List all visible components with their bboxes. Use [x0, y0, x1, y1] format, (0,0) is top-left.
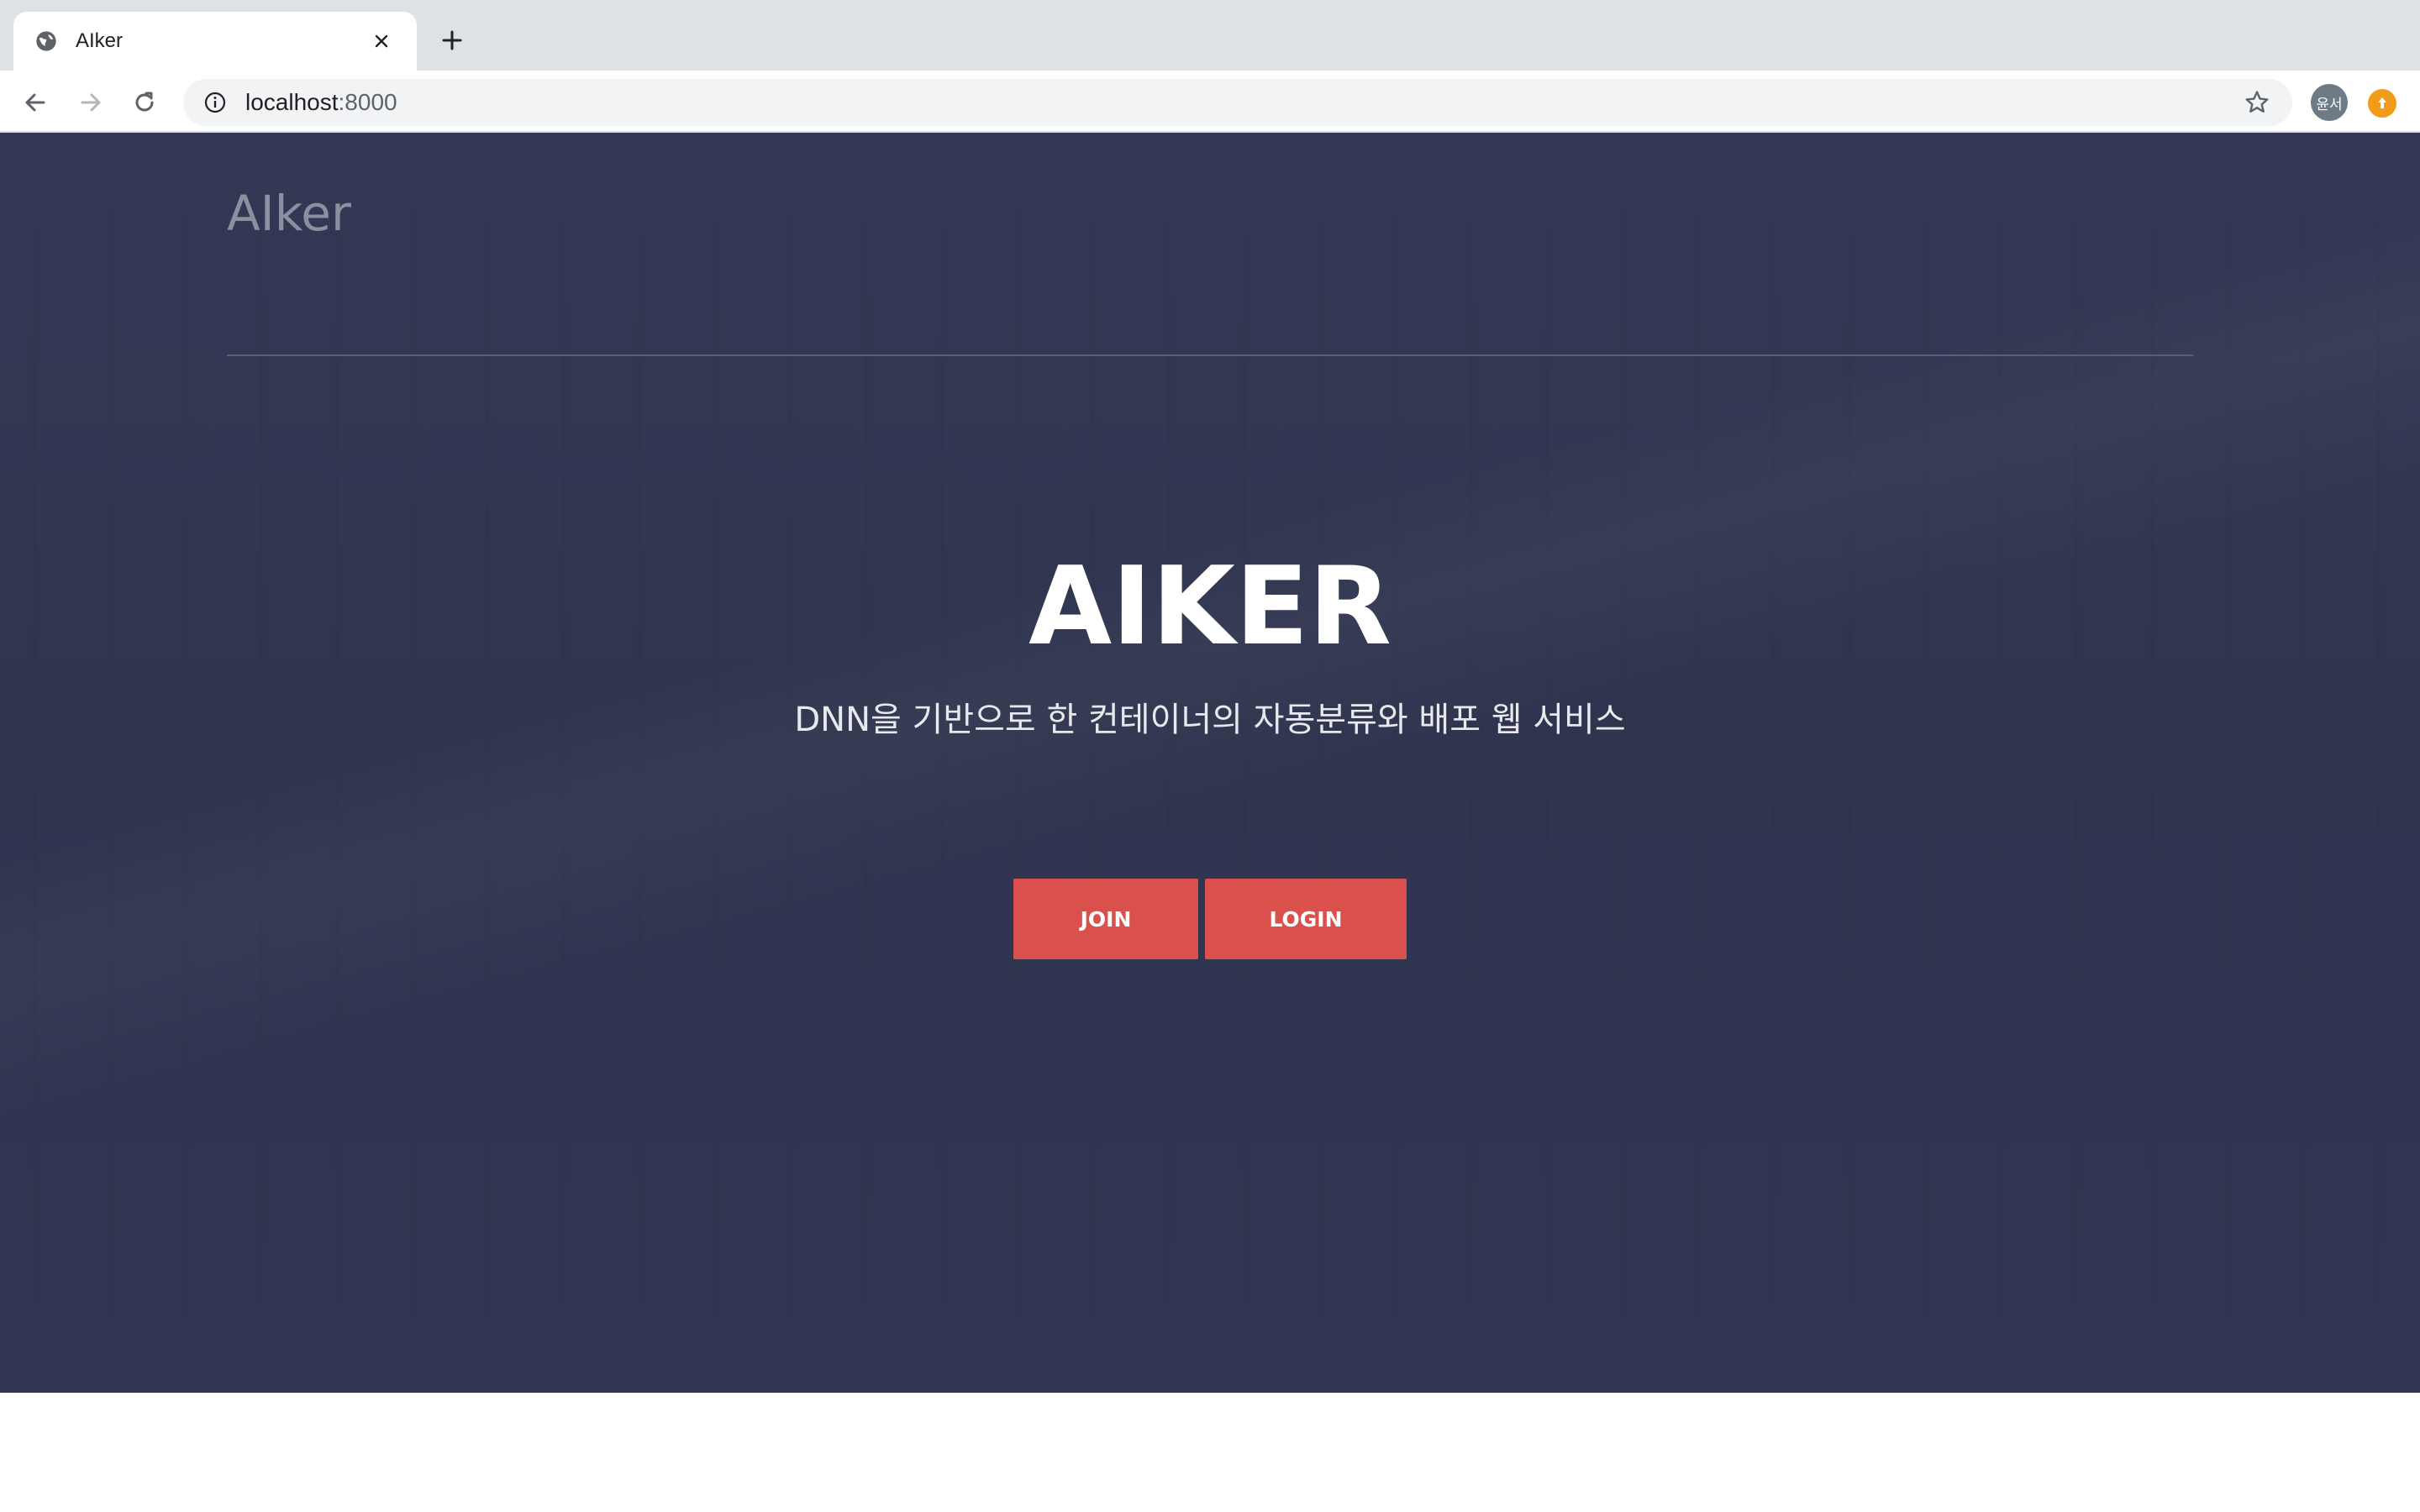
header-divider — [227, 354, 2193, 356]
forward-button[interactable] — [72, 84, 109, 121]
address-bar[interactable]: localhost:8000 — [183, 79, 2292, 126]
tab-title: AIker — [76, 29, 124, 52]
browser-tabstrip: AIker — [0, 0, 2420, 71]
arrow-right-icon — [81, 93, 101, 112]
new-tab-button[interactable] — [434, 22, 471, 59]
browser-tab[interactable]: AIker — [13, 12, 417, 71]
url-port: :8000 — [338, 89, 397, 115]
arrow-left-icon — [25, 93, 45, 112]
extension-icon[interactable] — [2368, 89, 2396, 118]
url-host: localhost — [245, 89, 339, 115]
profile-avatar[interactable]: 윤서 — [2311, 84, 2348, 121]
bookmark-star-icon[interactable] — [2240, 86, 2274, 119]
url-text[interactable]: localhost:8000 — [245, 89, 2240, 116]
hero-subtitle: DNN을 기반으로 한 컨테이너의 자동분류와 배포 웹 서비스 — [794, 701, 1626, 739]
back-button[interactable] — [17, 84, 54, 121]
browser-toolbar: localhost:8000 윤서 — [0, 71, 2420, 133]
login-button[interactable]: LOGIN — [1205, 879, 1407, 959]
brand-logo-text[interactable]: AIker — [227, 185, 351, 242]
reload-button[interactable] — [126, 84, 163, 121]
close-tab-icon[interactable] — [366, 26, 397, 56]
reload-icon — [135, 92, 154, 112]
plus-icon — [442, 30, 462, 50]
info-icon[interactable] — [202, 89, 229, 116]
join-button[interactable]: JOIN — [1013, 879, 1198, 959]
hero-title: AIKER — [1028, 544, 1392, 669]
globe-icon — [34, 29, 59, 54]
hero-section: AIker AIKER DNN을 기반으로 한 컨테이너의 자동분류와 배포 웹… — [0, 133, 2420, 1393]
